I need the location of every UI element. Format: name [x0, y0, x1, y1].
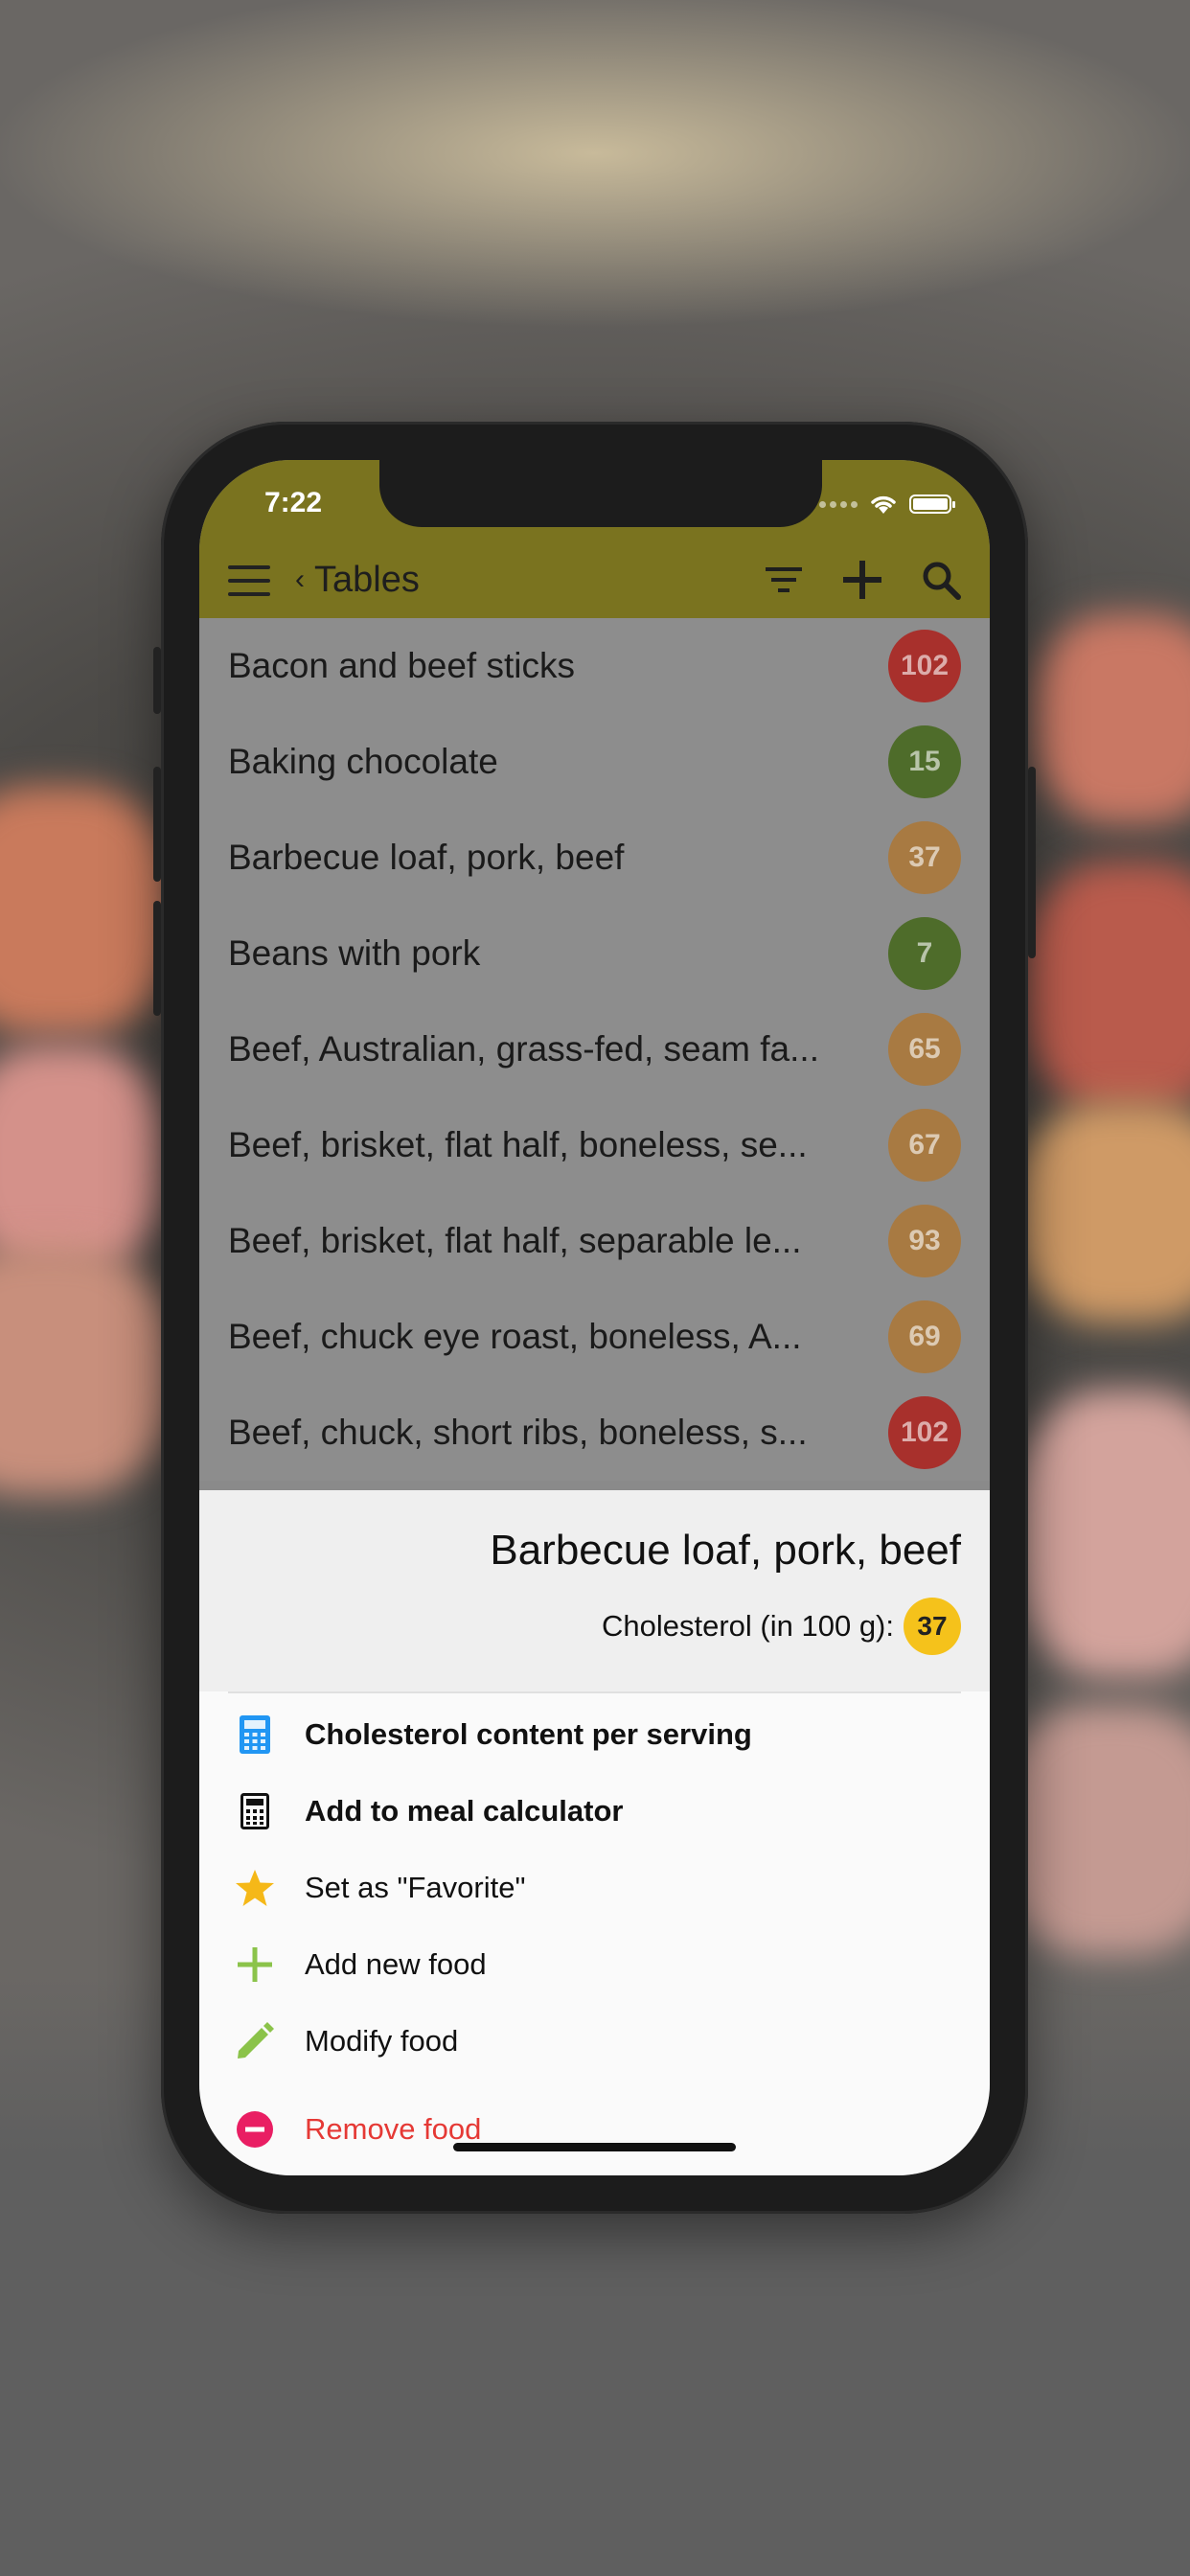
action-sheet: Barbecue loaf, pork, beef Cholesterol (i…	[199, 1490, 990, 2175]
modify-food-button[interactable]: Modify food	[199, 2003, 990, 2080]
add-to-meal-calculator-button[interactable]: Add to meal calculator	[199, 1773, 990, 1850]
calculator-icon	[234, 1790, 276, 1832]
chevron-left-icon: ‹	[295, 564, 305, 595]
bacon-piece	[0, 1045, 163, 1275]
action-label: Set as "Favorite"	[305, 1871, 526, 1904]
food-name: Bacon and beef sticks	[228, 646, 575, 685]
bacon-piece	[0, 786, 172, 1035]
action-label: Modify food	[305, 2024, 459, 2058]
list-item[interactable]: Bacon and beef sticks 102	[199, 618, 990, 714]
food-name: Baking chocolate	[228, 742, 498, 781]
calculator-blue-icon	[234, 1714, 276, 1756]
bacon-piece	[0, 1246, 172, 1495]
cholesterol-badge: 102	[888, 630, 961, 702]
mute-switch	[153, 647, 161, 714]
list-item[interactable]: Baking chocolate 15	[199, 714, 990, 810]
volume-down-button	[153, 901, 161, 1016]
plus-icon	[234, 1944, 276, 1986]
food-name: Beef, Australian, grass-fed, seam fa...	[228, 1029, 819, 1069]
cholesterol-badge: 69	[888, 1300, 961, 1373]
toolbar-actions	[762, 558, 963, 602]
bacon-piece	[1016, 1102, 1190, 1322]
sheet-title: Barbecue loaf, pork, beef	[490, 1527, 961, 1574]
status-time: 7:22	[264, 487, 323, 518]
home-indicator[interactable]	[453, 2143, 736, 2151]
plus-icon[interactable]	[840, 558, 884, 602]
cholesterol-badge: 102	[888, 1396, 961, 1469]
volume-up-button	[153, 767, 161, 882]
cholesterol-badge: 67	[888, 1109, 961, 1182]
list-item[interactable]: Beef, brisket, flat half, boneless, se..…	[199, 1097, 990, 1193]
divider	[228, 1691, 961, 1693]
phone-frame: 7:22 ‹ Tables Bacon and beef sticks 102 …	[153, 422, 1036, 2214]
action-label: Add new food	[305, 1947, 487, 1981]
cellular-signal-icon	[819, 500, 858, 508]
action-label: Add to meal calculator	[305, 1794, 624, 1828]
cholesterol-per-serving-button[interactable]: Cholesterol content per serving	[199, 1696, 990, 1773]
list-item[interactable]: Barbecue loaf, pork, beef 37	[199, 810, 990, 906]
wifi-icon	[871, 495, 896, 514]
list-item[interactable]: Beef, chuck eye roast, boneless, A... 69	[199, 1289, 990, 1385]
food-name: Barbecue loaf, pork, beef	[228, 838, 625, 877]
cholesterol-badge: 37	[888, 821, 961, 894]
power-button	[1028, 767, 1036, 958]
filter-icon[interactable]	[762, 558, 806, 602]
food-name: Beef, brisket, flat half, boneless, se..…	[228, 1125, 808, 1164]
cholesterol-badge: 65	[888, 1013, 961, 1086]
pencil-icon	[234, 2020, 276, 2062]
status-icons	[819, 493, 955, 516]
cholesterol-label: Cholesterol (in 100 g):	[602, 1609, 894, 1643]
remove-icon	[234, 2108, 276, 2150]
menu-icon[interactable]	[228, 565, 270, 596]
food-list: Bacon and beef sticks 102 Baking chocola…	[199, 618, 990, 1481]
phone-screen: 7:22 ‹ Tables Bacon and beef sticks 102 …	[199, 460, 990, 2175]
search-icon[interactable]	[919, 558, 963, 602]
food-name: Beef, chuck eye roast, boneless, A...	[228, 1317, 802, 1356]
list-item[interactable]: Beef, Australian, grass-fed, seam fa... …	[199, 1001, 990, 1097]
cholesterol-badge: 7	[888, 917, 961, 990]
food-name: Beans with pork	[228, 933, 481, 973]
cholesterol-badge: 93	[888, 1205, 961, 1277]
bacon-piece	[1035, 613, 1190, 824]
set-favorite-button[interactable]: Set as "Favorite"	[199, 1850, 990, 1926]
remove-food-button[interactable]: Remove food	[199, 2091, 990, 2168]
list-item[interactable]: Beans with pork 7	[199, 906, 990, 1001]
sheet-header: Barbecue loaf, pork, beef Cholesterol (i…	[199, 1490, 990, 1691]
action-menu: Cholesterol content per serving Add to m…	[199, 1696, 990, 2168]
action-label: Remove food	[305, 2112, 482, 2146]
list-item[interactable]: Beef, chuck, short ribs, boneless, s... …	[199, 1385, 990, 1481]
action-label: Cholesterol content per serving	[305, 1717, 752, 1751]
cholesterol-badge: 15	[888, 725, 961, 798]
back-label: Tables	[314, 559, 420, 600]
bacon-piece	[1016, 1390, 1190, 1677]
toolbar: ‹ Tables	[199, 544, 990, 618]
battery-icon	[909, 494, 955, 514]
add-new-food-button[interactable]: Add new food	[199, 1926, 990, 2003]
bacon-piece	[1025, 862, 1190, 1112]
food-name: Beef, chuck, short ribs, boneless, s...	[228, 1413, 808, 1452]
back-button[interactable]: ‹ Tables	[295, 556, 420, 604]
cholesterol-summary: Cholesterol (in 100 g): 37	[602, 1598, 961, 1655]
food-name: Beef, brisket, flat half, separable le..…	[228, 1221, 802, 1260]
star-icon	[234, 1867, 276, 1909]
list-item[interactable]: Beef, brisket, flat half, separable le..…	[199, 1193, 990, 1289]
notch	[379, 460, 822, 527]
cholesterol-badge: 37	[904, 1598, 961, 1655]
